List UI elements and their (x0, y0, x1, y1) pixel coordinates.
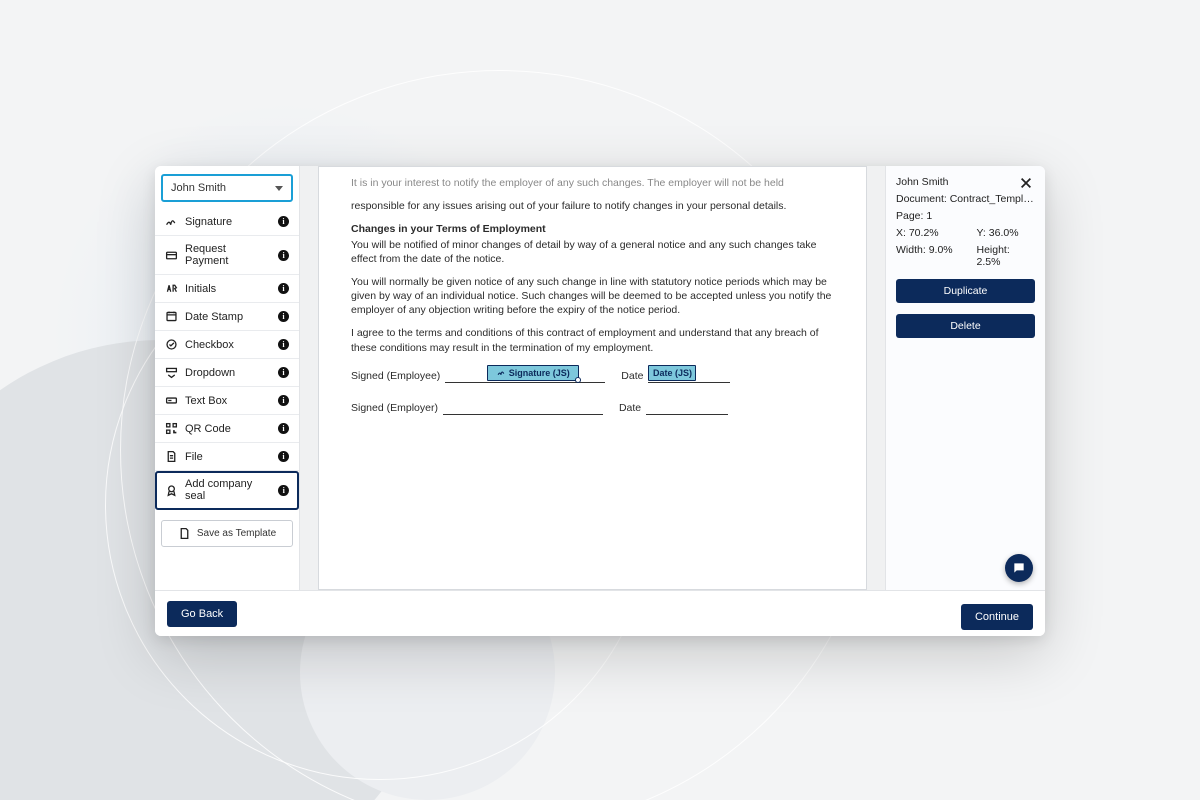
app-window: John Smith Signature Request Payment Ini… (155, 166, 1045, 636)
field-dropdown[interactable]: Dropdown (155, 359, 299, 387)
field-label: File (185, 451, 203, 463)
field-text-box[interactable]: Text Box (155, 387, 299, 415)
save-as-template-button[interactable]: Save as Template (161, 520, 293, 547)
sidebar: John Smith Signature Request Payment Ini… (155, 166, 300, 590)
info-icon[interactable] (278, 485, 289, 496)
date-label: Date (621, 369, 643, 383)
info-icon[interactable] (278, 283, 289, 294)
inspector-page: Page: 1 (896, 210, 1035, 222)
save-template-label: Save as Template (197, 528, 276, 539)
date-label: Date (619, 401, 641, 415)
info-icon[interactable] (278, 395, 289, 406)
footer-bar: Go Back Continue (155, 590, 1045, 636)
doc-text: You will be notified of minor changes of… (351, 238, 834, 266)
inspector-wh: Width: 9.0% Height: 2.5% (896, 244, 1035, 268)
signature-line-employer[interactable] (443, 401, 603, 415)
initials-icon (165, 282, 178, 295)
field-qr-code[interactable]: QR Code (155, 415, 299, 443)
field-label: Date Stamp (185, 311, 243, 323)
inspector-document: Document: Contract_Template.pd… (896, 193, 1035, 205)
field-label: QR Code (185, 423, 231, 435)
payment-icon (165, 249, 178, 262)
duplicate-button[interactable]: Duplicate (896, 279, 1035, 303)
checkbox-icon (165, 338, 178, 351)
doc-text-cutoff: It is in your interest to notify the emp… (351, 176, 834, 190)
field-initials[interactable]: Initials (155, 275, 299, 303)
seal-icon (165, 484, 178, 497)
field-date-stamp[interactable]: Date Stamp (155, 303, 299, 331)
placed-signature-field[interactable]: Signature (JS) (487, 365, 579, 381)
signature-icon (165, 215, 178, 228)
field-label: Signature (185, 216, 232, 228)
field-request-payment[interactable]: Request Payment (155, 236, 299, 275)
dropdown-icon (165, 366, 178, 379)
placed-date-label: Date (JS) (653, 367, 692, 379)
info-icon[interactable] (278, 367, 289, 378)
field-label: Dropdown (185, 367, 235, 379)
info-icon[interactable] (278, 216, 289, 227)
field-checkbox[interactable]: Checkbox (155, 331, 299, 359)
doc-text: You will normally be given notice of any… (351, 275, 834, 318)
info-icon[interactable] (278, 451, 289, 462)
close-icon (1019, 176, 1033, 190)
calendar-icon (165, 310, 178, 323)
template-icon (178, 527, 191, 540)
signed-employee-label: Signed (Employee) (351, 369, 440, 383)
signer-dropdown-value: John Smith (171, 182, 226, 194)
info-icon[interactable] (278, 339, 289, 350)
signature-line-employee[interactable]: Signature (JS) (445, 369, 605, 383)
placed-signature-label: Signature (JS) (509, 367, 570, 379)
field-label: Text Box (185, 395, 227, 407)
doc-text: I agree to the terms and conditions of t… (351, 326, 834, 354)
chat-icon (1012, 561, 1026, 575)
go-back-button[interactable]: Go Back (167, 601, 237, 627)
date-line-employer[interactable] (646, 401, 728, 415)
qrcode-icon (165, 422, 178, 435)
signature-row-employer: Signed (Employer) Date (351, 401, 834, 415)
signer-dropdown[interactable]: John Smith (161, 174, 293, 202)
inspector-recipient: John Smith (896, 176, 1035, 188)
field-label: Checkbox (185, 339, 234, 351)
document-page[interactable]: It is in your interest to notify the emp… (318, 166, 867, 590)
inspector-panel: John Smith Document: Contract_Template.p… (885, 166, 1045, 590)
field-list: Signature Request Payment Initials Date … (155, 208, 299, 510)
continue-button[interactable]: Continue (961, 604, 1033, 630)
signature-row-employee: Signed (Employee) Signature (JS) Date (351, 369, 834, 383)
chat-fab[interactable] (1005, 554, 1033, 582)
placed-date-field[interactable]: Date (JS) (648, 365, 696, 381)
field-label: Add company seal (185, 478, 271, 502)
field-label: Request Payment (185, 243, 271, 267)
field-company-seal[interactable]: Add company seal (155, 471, 299, 510)
chevron-down-icon (275, 186, 283, 191)
delete-button[interactable]: Delete (896, 314, 1035, 338)
date-line-employee[interactable]: Date (JS) (648, 369, 730, 383)
file-icon (165, 450, 178, 463)
field-signature[interactable]: Signature (155, 208, 299, 236)
field-file[interactable]: File (155, 443, 299, 471)
resize-handle[interactable] (575, 377, 581, 383)
doc-heading: Changes in your Terms of Employment (351, 222, 834, 236)
document-canvas[interactable]: It is in your interest to notify the emp… (300, 166, 885, 590)
textbox-icon (165, 394, 178, 407)
close-inspector-button[interactable] (1019, 176, 1033, 190)
info-icon[interactable] (278, 250, 289, 261)
signed-employer-label: Signed (Employer) (351, 401, 438, 415)
info-icon[interactable] (278, 423, 289, 434)
doc-text: responsible for any issues arising out o… (351, 199, 834, 213)
field-label: Initials (185, 283, 216, 295)
info-icon[interactable] (278, 311, 289, 322)
inspector-xy: X: 70.2% Y: 36.0% (896, 227, 1035, 239)
